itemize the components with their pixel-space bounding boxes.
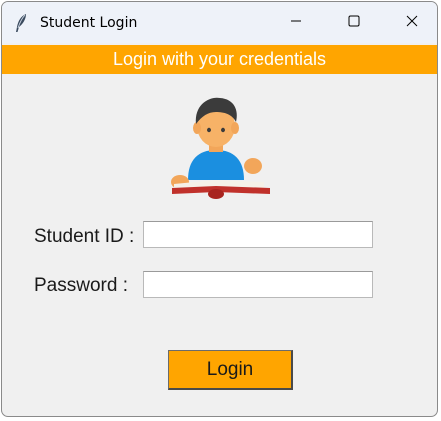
close-icon <box>406 14 418 32</box>
student-id-label: Student ID : <box>34 226 135 247</box>
student-reading-icon <box>160 88 272 200</box>
feather-icon <box>13 13 31 33</box>
window-title: Student Login <box>40 15 138 31</box>
close-button[interactable] <box>383 2 437 43</box>
minimize-icon <box>290 14 302 32</box>
title-bar[interactable]: Student Login <box>2 2 437 43</box>
maximize-button[interactable] <box>325 2 383 43</box>
minimize-button[interactable] <box>267 2 325 43</box>
password-input[interactable] <box>143 271 373 298</box>
login-button[interactable]: Login <box>168 350 293 390</box>
password-label: Password : <box>34 275 128 296</box>
login-banner: Login with your credentials <box>2 45 437 74</box>
login-window: Student Login Login with your credential… <box>1 1 438 417</box>
student-id-input[interactable] <box>143 221 373 248</box>
maximize-icon <box>348 14 360 32</box>
